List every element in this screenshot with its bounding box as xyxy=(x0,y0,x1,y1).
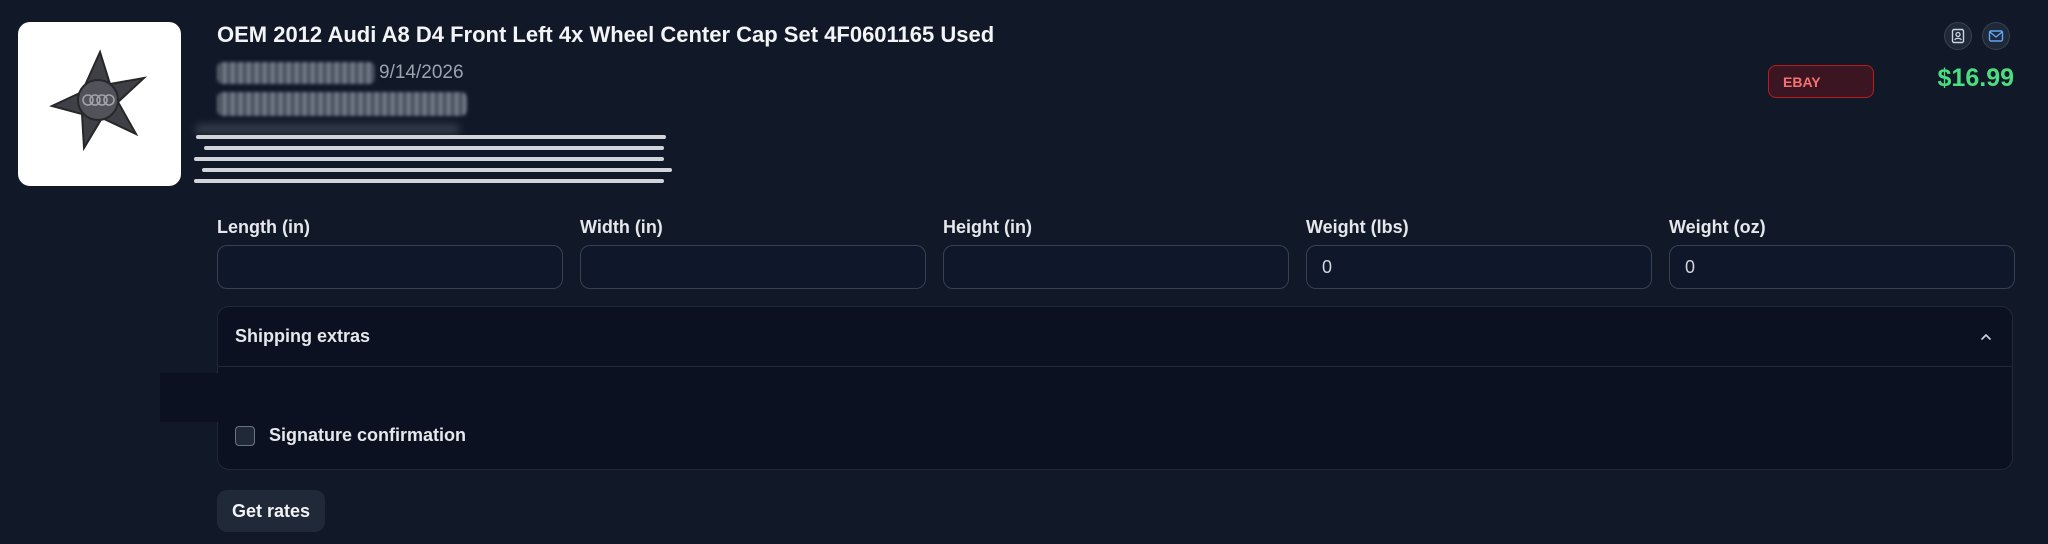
width-input[interactable] xyxy=(580,245,926,289)
get-rates-button[interactable]: Get rates xyxy=(217,490,326,532)
shipping-extras-title: Shipping extras xyxy=(235,326,371,346)
redacted-seller xyxy=(217,62,375,84)
redacted-scribble xyxy=(192,133,682,193)
mail-icon[interactable] xyxy=(1982,22,2010,50)
listing-price: $16.99 xyxy=(1937,64,2014,92)
wheel-center-cap-image xyxy=(48,49,147,152)
weight-oz-input[interactable] xyxy=(1669,245,2015,289)
listing-meta: 9/14/2026 xyxy=(217,60,464,86)
weight-lbs-label: Weight (lbs) xyxy=(1306,217,1409,237)
redacted-detail xyxy=(217,92,467,116)
signature-confirmation-row[interactable]: Signature confirmation xyxy=(235,425,466,446)
height-input[interactable] xyxy=(943,245,1289,289)
signature-confirmation-checkbox[interactable] xyxy=(235,425,255,446)
weight-oz-label: Weight (oz) xyxy=(1669,217,1766,237)
redacted-block xyxy=(160,373,218,422)
listing-thumbnail[interactable] xyxy=(18,22,181,186)
length-label: Length (in) xyxy=(217,217,310,237)
shipping-extras-header[interactable]: Shipping extras xyxy=(218,307,2012,367)
length-input[interactable] xyxy=(217,245,563,289)
signature-confirmation-label[interactable]: Signature confirmation xyxy=(269,425,466,446)
height-label: Height (in) xyxy=(943,217,1032,237)
width-label: Width (in) xyxy=(580,217,663,237)
listing-title[interactable]: OEM 2012 Audi A8 D4 Front Left 4x Wheel … xyxy=(217,22,994,48)
listing-actions xyxy=(1944,22,2010,50)
contact-card-icon[interactable] xyxy=(1944,22,1972,50)
chevron-up-icon[interactable] xyxy=(1976,327,1996,347)
marketplace-badge: EBAY xyxy=(1768,65,1874,98)
weight-lbs-input[interactable] xyxy=(1306,245,1652,289)
listing-date: 9/14/2026 xyxy=(379,62,464,83)
shipping-extras-panel: Shipping extras Signature confirmation xyxy=(217,306,2013,470)
listing-card: OEM 2012 Audi A8 D4 Front Left 4x Wheel … xyxy=(0,0,2048,544)
